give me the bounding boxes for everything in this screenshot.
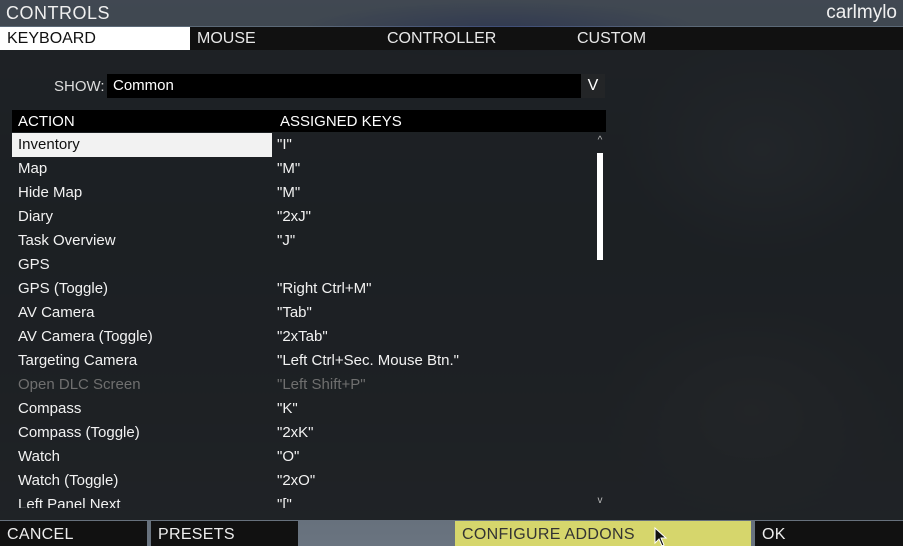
action-cell: GPS (Toggle) [18,280,109,297]
action-cell: AV Camera [18,304,95,321]
header-assigned-keys: ASSIGNED KEYS [280,113,402,130]
show-label: SHOW: [54,78,105,95]
key-cell: "M" [277,184,301,201]
table-row[interactable]: Watch "O" [12,445,592,469]
table-row[interactable]: Watch (Toggle) "2xO" [12,469,592,493]
table-row[interactable]: GPS (Toggle) "Right Ctrl+M" [12,277,592,301]
action-cell: AV Camera (Toggle) [18,328,153,345]
key-cell: "2xK" [277,424,314,441]
action-cell: Task Overview [18,232,116,249]
key-cell: "[" [277,496,292,508]
mouse-cursor-icon [654,527,668,546]
table-row[interactable]: Hide Map "M" [12,181,592,205]
table-row[interactable]: GPS [12,253,592,277]
table-row[interactable]: Task Overview "J" [12,229,592,253]
action-cell: Hide Map [18,184,83,201]
action-cell: Inventory [12,133,272,157]
tab-keyboard[interactable]: KEYBOARD [0,27,190,50]
table-row: Open DLC Screen "Left Shift+P" [12,373,592,397]
table-row[interactable]: Diary "2xJ" [12,205,592,229]
action-cell: Diary [18,208,54,225]
controls-table: ACTION ASSIGNED KEYS Inventory "I" Map "… [12,110,606,508]
key-cell: "K" [277,400,298,417]
user-name: carlmylo [826,2,897,23]
presets-button[interactable]: PRESETS [151,521,298,546]
action-cell: Compass [18,400,82,417]
action-cell: Left Panel Next [18,496,121,508]
key-cell: "J" [277,232,296,249]
action-cell: Watch (Toggle) [18,472,119,489]
scroll-up-arrow-icon[interactable]: ^ [594,135,606,146]
table-row[interactable]: Compass (Toggle) "2xK" [12,421,592,445]
action-cell: Compass (Toggle) [18,424,140,441]
table-row[interactable]: AV Camera "Tab" [12,301,592,325]
action-cell: Map [18,160,48,177]
scroll-down-arrow-icon[interactable]: v [594,495,606,506]
key-cell: "O" [277,448,300,465]
show-dropdown[interactable]: Common V [107,74,605,98]
table-row[interactable]: AV Camera (Toggle) "2xTab" [12,325,592,349]
tab-mouse[interactable]: MOUSE [190,27,380,50]
scrollbar[interactable]: ^ v [594,133,606,508]
table-row[interactable]: Inventory "I" [12,133,592,157]
tab-custom[interactable]: CUSTOM [570,27,760,50]
header-action: ACTION [18,113,75,130]
key-cell: "2xJ" [277,208,311,225]
table-row[interactable]: Map "M" [12,157,592,181]
key-cell: "2xO" [277,472,316,489]
scrollbar-thumb[interactable] [597,153,603,260]
action-cell: GPS [18,256,50,273]
table-header: ACTION ASSIGNED KEYS [12,110,606,132]
table-row[interactable]: Compass "K" [12,397,592,421]
key-cell: "Left Shift+P" [277,376,366,393]
tab-bar: KEYBOARD MOUSE CONTROLLER CUSTOM [0,27,903,50]
key-cell: "Right Ctrl+M" [277,280,372,297]
bottom-bar: CANCEL PRESETS CONFIGURE ADDONS OK [0,521,903,546]
key-cell: "Left Ctrl+Sec. Mouse Btn." [277,352,459,369]
table-row[interactable]: Left Panel Next "[" [12,493,592,508]
tab-controller[interactable]: CONTROLLER [380,27,570,50]
title-bar: CONTROLS carlmylo [0,0,903,26]
key-cell: "M" [277,160,301,177]
key-cell: "I" [277,136,292,153]
show-value: Common [113,77,174,94]
ok-button[interactable]: OK [755,521,903,546]
key-cell [277,253,577,277]
action-cell: Watch [18,448,60,465]
chevron-down-icon[interactable]: V [581,74,605,98]
action-cell: Open DLC Screen [18,376,141,393]
configure-addons-button[interactable]: CONFIGURE ADDONS [455,521,751,546]
table-row[interactable]: Targeting Camera "Left Ctrl+Sec. Mouse B… [12,349,592,373]
action-cell: Targeting Camera [18,352,138,369]
cancel-button[interactable]: CANCEL [0,521,147,546]
window-title: CONTROLS [6,3,111,23]
key-cell: "Tab" [277,304,312,321]
key-cell: "2xTab" [277,328,328,345]
table-rows: Inventory "I" Map "M" Hide Map "M" Diary… [12,133,592,508]
